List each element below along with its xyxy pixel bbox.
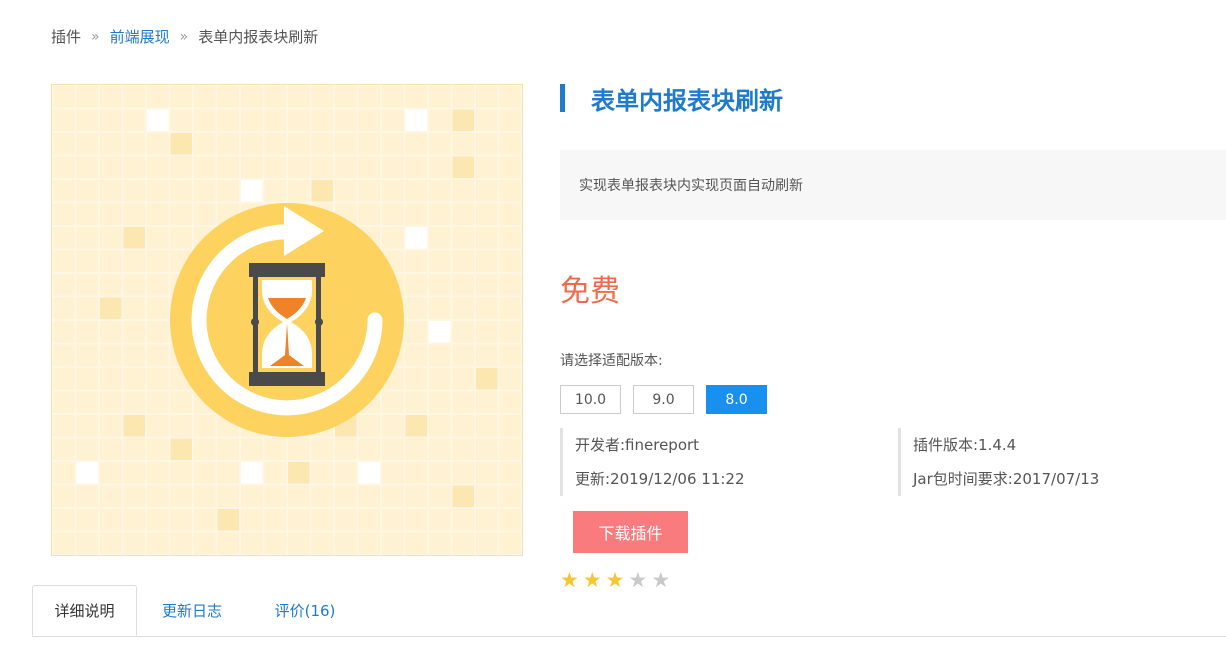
updated-info: 更新:2019/12/06 11:22 xyxy=(575,470,745,488)
developer-info: 开发者:finereport xyxy=(575,436,700,454)
plugin-description-text: 实现表单报表块内实现页面自动刷新 xyxy=(579,178,803,194)
tab-details[interactable]: 详细说明 xyxy=(32,585,137,636)
plugin-hero-image xyxy=(51,84,523,556)
breadcrumb-separator: » xyxy=(179,28,189,45)
version-option-8[interactable]: 8.0 xyxy=(706,385,767,414)
download-plugin-button[interactable]: 下载插件 xyxy=(573,511,688,553)
jar-requirement-info: Jar包时间要求:2017/07/13 xyxy=(913,470,1100,488)
plugin-price: 免费 xyxy=(560,274,620,309)
plugin-title: 表单内报表块刷新 xyxy=(591,86,783,115)
breadcrumb-separator: » xyxy=(91,28,100,45)
version-option-9[interactable]: 9.0 xyxy=(633,385,694,414)
breadcrumb-category[interactable]: 前端展现 xyxy=(110,26,170,47)
download-plugin-label: 下载插件 xyxy=(598,524,663,543)
plugin-version-info: 插件版本:1.4.4 xyxy=(913,436,1017,454)
plugin-meta-right: 插件版本:1.4.4 Jar包时间要求:2017/07/13 xyxy=(898,428,1226,496)
plugin-description: 实现表单报表块内实现页面自动刷新 xyxy=(560,150,1226,220)
tab-reviews[interactable]: 评价(16) xyxy=(250,585,360,635)
breadcrumb: 插件 » 前端展现 » 表单内报表块刷新 xyxy=(51,26,318,47)
version-select-label: 请选择适配版本: xyxy=(560,353,663,369)
version-options: 10.0 9.0 8.0 xyxy=(560,385,767,414)
breadcrumb-root[interactable]: 插件 xyxy=(51,26,81,47)
plugin-title-wrap: 表单内报表块刷新 xyxy=(560,84,783,115)
hourglass-refresh-icon xyxy=(53,86,521,554)
breadcrumb-current: 表单内报表块刷新 xyxy=(198,28,319,46)
detail-tabs: 详细说明 更新日志 评价(16) xyxy=(32,585,1226,637)
title-accent-bar xyxy=(560,84,565,112)
tab-changelog[interactable]: 更新日志 xyxy=(142,585,242,635)
plugin-meta-left: 开发者:finereport 更新:2019/12/06 11:22 xyxy=(560,428,890,496)
version-option-10[interactable]: 10.0 xyxy=(560,385,621,414)
